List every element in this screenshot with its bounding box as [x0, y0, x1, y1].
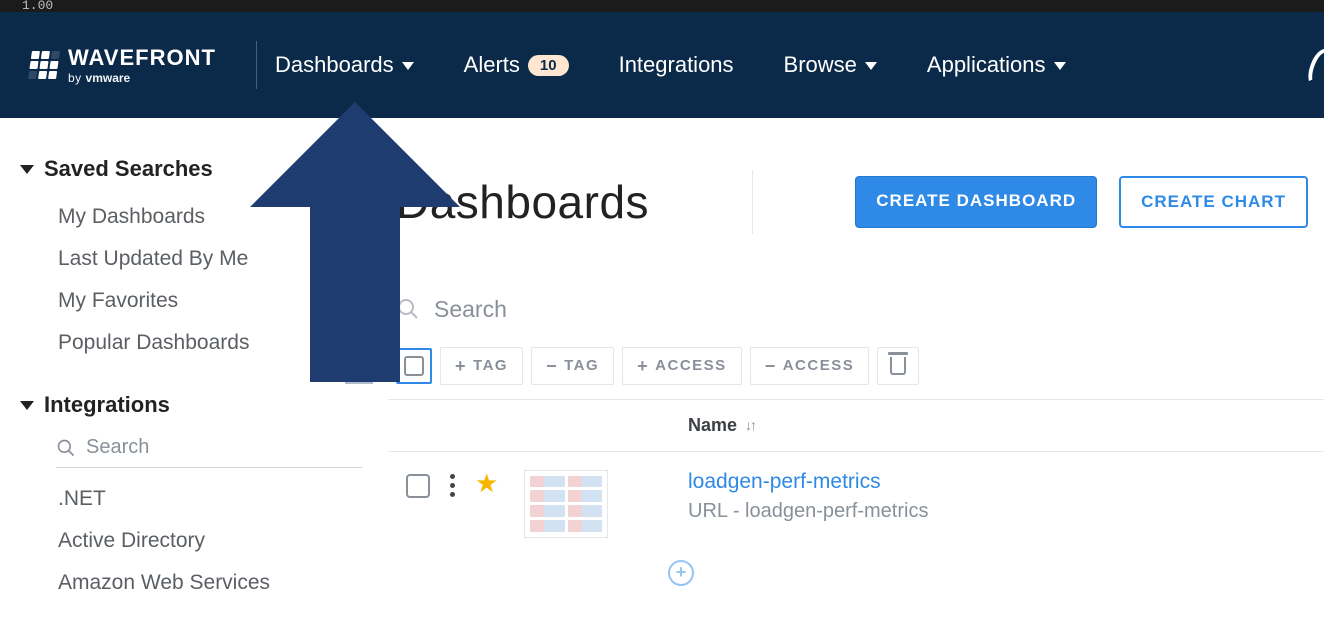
- top-nav: WAVEFRONT by vmware Dashboards Alerts 10…: [0, 12, 1324, 118]
- nav-browse[interactable]: Browse: [784, 52, 877, 78]
- sidebar-item-active-directory[interactable]: Active Directory: [58, 520, 362, 562]
- remove-access-label: ACCESS: [783, 357, 855, 374]
- dashboards-search[interactable]: Search: [388, 288, 1324, 347]
- plus-icon: +: [637, 357, 649, 375]
- page-head: Dashboards CREATE DASHBOARD CREATE CHART: [388, 144, 1324, 288]
- nav-integrations-label: Integrations: [619, 52, 734, 78]
- page-title: Dashboards: [396, 175, 649, 229]
- trash-icon: [890, 357, 906, 375]
- column-header-name-label: Name: [688, 415, 737, 436]
- bulk-action-toolbar: +TAG −TAG +ACCESS −ACCESS: [388, 347, 1324, 399]
- sidebar-integrations-search[interactable]: Search: [56, 432, 362, 468]
- sidebar: Saved Searches My Dashboards Last Update…: [0, 118, 388, 640]
- brand-main: WAVEFRONT: [68, 47, 216, 69]
- add-tag-button[interactable]: + TAG: [440, 347, 523, 385]
- row-checkbox[interactable]: [406, 474, 430, 498]
- sidebar-item-last-updated-by-me[interactable]: Last Updated By Me: [58, 238, 362, 280]
- table-header: Name ↓↑: [388, 400, 1324, 452]
- search-icon: [396, 297, 420, 321]
- nav-applications-label: Applications: [927, 52, 1046, 78]
- sidebar-integrations-list: .NET Active Directory Amazon Web Service…: [20, 478, 362, 604]
- row-leading-controls: ★: [388, 470, 688, 538]
- nav-items: Dashboards Alerts 10 Integrations Browse…: [275, 52, 1066, 78]
- brand-sub-prefix: by: [68, 71, 86, 85]
- brand-text: WAVEFRONT by vmware: [68, 47, 216, 84]
- nav-dashboards-label: Dashboards: [275, 52, 394, 78]
- sidebar-saved-searches-header[interactable]: Saved Searches: [20, 156, 362, 182]
- checkbox-icon: [404, 356, 424, 376]
- add-access-label: ACCESS: [655, 357, 727, 374]
- nav-applications[interactable]: Applications: [927, 52, 1066, 78]
- nav-separator: [256, 41, 257, 89]
- sidebar-saved-searches-list: My Dashboards Last Updated By Me My Favo…: [20, 196, 362, 364]
- content: Dashboards CREATE DASHBOARD CREATE CHART…: [388, 118, 1324, 640]
- remove-tag-label: TAG: [564, 357, 599, 374]
- dashboards-table: Name ↓↑ ★ loadgen-perf-metrics URL - loa…: [388, 399, 1324, 586]
- create-chart-button[interactable]: CREATE CHART: [1119, 176, 1308, 228]
- sidebar-item-my-dashboards[interactable]: My Dashboards: [58, 196, 362, 238]
- alerts-count-badge: 10: [528, 55, 569, 76]
- sidebar-integrations-title: Integrations: [44, 392, 170, 418]
- dashboard-title-link[interactable]: loadgen-perf-metrics: [688, 470, 928, 494]
- sidebar-saved-searches-title: Saved Searches: [44, 156, 213, 182]
- remove-tag-button[interactable]: −TAG: [531, 347, 614, 385]
- sort-icon: ↓↑: [745, 417, 755, 433]
- select-all-checkbox[interactable]: [396, 348, 432, 384]
- chevron-down-icon: [20, 401, 34, 410]
- brand-sub: by vmware: [68, 72, 216, 84]
- remove-access-button[interactable]: −ACCESS: [750, 347, 870, 385]
- nav-alerts-label: Alerts: [464, 52, 520, 78]
- wavefront-logo-icon: [28, 51, 60, 79]
- chevron-down-icon: [865, 62, 877, 70]
- sidebar-item-dotnet[interactable]: .NET: [58, 478, 362, 520]
- page-head-divider: [752, 170, 753, 234]
- sidebar-item-popular-dashboards[interactable]: Popular Dashboards: [58, 322, 362, 364]
- brand-sub-bold: vmware: [86, 71, 131, 85]
- minus-icon: −: [765, 357, 777, 375]
- favorite-star-icon[interactable]: ★: [475, 468, 498, 499]
- search-icon: [56, 438, 76, 458]
- sidebar-integrations-search-placeholder: Search: [86, 436, 149, 459]
- browser-chrome-strip: 1.00: [0, 0, 1324, 12]
- dashboard-subtitle: URL - loadgen-perf-metrics: [688, 500, 928, 523]
- table-row: ★ loadgen-perf-metrics URL - loadgen-per…: [388, 452, 1324, 546]
- dashboard-thumbnail: [524, 470, 608, 538]
- nav-alerts[interactable]: Alerts 10: [464, 52, 569, 78]
- sidebar-integrations-header[interactable]: Integrations: [20, 392, 362, 418]
- nav-right-cutoff-icon: [1304, 46, 1324, 90]
- plus-icon: +: [455, 357, 467, 375]
- brand[interactable]: WAVEFRONT by vmware: [30, 47, 250, 84]
- page-actions: CREATE DASHBOARD CREATE CHART: [855, 176, 1308, 228]
- chevron-down-icon: [20, 165, 34, 174]
- add-access-button[interactable]: + ACCESS: [622, 347, 742, 385]
- dashboards-search-placeholder: Search: [434, 296, 507, 323]
- sidebar-item-my-favorites[interactable]: My Favorites: [58, 280, 362, 322]
- chevron-down-icon: [1054, 62, 1066, 70]
- row-actions-menu-icon[interactable]: [450, 474, 455, 497]
- add-item-button[interactable]: +: [668, 560, 694, 586]
- main-area: Saved Searches My Dashboards Last Update…: [0, 118, 1324, 640]
- nav-browse-label: Browse: [784, 52, 857, 78]
- chrome-time: 1.00: [22, 0, 53, 13]
- nav-integrations[interactable]: Integrations: [619, 52, 734, 78]
- column-header-name[interactable]: Name ↓↑: [688, 415, 755, 436]
- sidebar-item-aws[interactable]: Amazon Web Services: [58, 562, 362, 604]
- add-tag-label: TAG: [473, 357, 508, 374]
- delete-button[interactable]: [877, 347, 919, 385]
- nav-dashboards[interactable]: Dashboards: [275, 52, 414, 78]
- chevron-down-icon: [402, 62, 414, 70]
- minus-icon: −: [546, 357, 558, 375]
- row-name-cell: loadgen-perf-metrics URL - loadgen-perf-…: [688, 470, 928, 523]
- create-dashboard-button[interactable]: CREATE DASHBOARD: [855, 176, 1097, 228]
